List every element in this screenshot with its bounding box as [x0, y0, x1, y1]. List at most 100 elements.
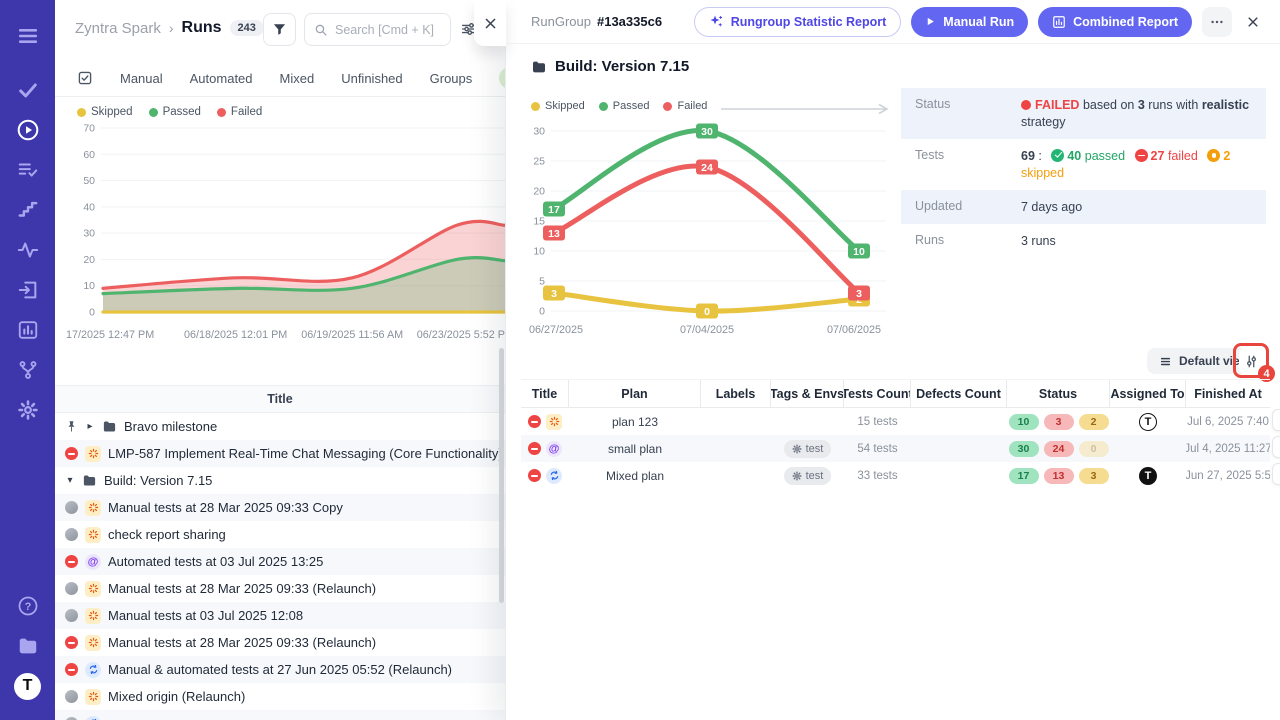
run-list-item[interactable]: [55, 710, 505, 720]
sidebar-item-settings[interactable]: [8, 390, 48, 430]
rungroup-statistic-report-button[interactable]: Rungroup Statistic Report: [694, 7, 902, 37]
row-action-button[interactable]: [1272, 436, 1280, 458]
status-runs-count: 3: [1138, 98, 1145, 112]
list-view-icon: [1159, 355, 1172, 368]
more-options-button[interactable]: [1202, 7, 1232, 37]
finished-status-icon: [65, 690, 78, 703]
sidebar-item-runs[interactable]: [8, 110, 48, 150]
column-header-status[interactable]: Status: [1007, 380, 1110, 407]
run-list-item[interactable]: ▾Build: Version 7.15: [55, 467, 505, 494]
run-list-item[interactable]: Manual tests at 28 Mar 2025 09:33 (Relau…: [55, 629, 505, 656]
column-header-title[interactable]: Title: [521, 380, 569, 407]
run-title: Mixed origin (Relaunch): [108, 689, 245, 704]
tune-sliders-icon: [1244, 354, 1259, 369]
table-header-row: TitlePlanLabelsTags & EnvsTests CountDef…: [521, 379, 1270, 408]
sidebar-item-import[interactable]: [8, 270, 48, 310]
sidebar-item-help[interactable]: ?: [8, 586, 48, 626]
column-header-defects-count[interactable]: Defects Count: [911, 380, 1007, 407]
sidebar-nav: [8, 16, 48, 430]
tab-manual[interactable]: Manual: [120, 71, 163, 86]
row-action-button[interactable]: [1272, 463, 1280, 485]
breadcrumb-project[interactable]: Zyntra Spark: [75, 20, 161, 37]
rungroup-panel: RunGroup #13a335c6 Rungroup Statistic Re…: [505, 0, 1280, 720]
run-list-item[interactable]: Mixed origin (Relaunch): [55, 683, 505, 710]
sparkles-icon: [709, 14, 724, 29]
sidebar-item-tests[interactable]: [8, 70, 48, 110]
column-header-finished-at[interactable]: Finished At: [1186, 380, 1270, 407]
caret-down-icon[interactable]: ▾: [65, 475, 75, 486]
run-list-item[interactable]: Manual tests at 28 Mar 2025 09:33 (Relau…: [55, 575, 505, 602]
combined-report-button[interactable]: Combined Report: [1038, 7, 1192, 37]
svg-text:15: 15: [533, 216, 545, 228]
sidebar-item-menu[interactable]: [8, 16, 48, 56]
table-cell: plan 123: [569, 408, 701, 435]
legend-dot-icon: [77, 108, 86, 117]
legend-item-passed[interactable]: Passed: [149, 106, 201, 118]
legend-item-skipped[interactable]: Skipped: [77, 106, 133, 118]
automated-run-icon: @: [546, 441, 562, 457]
run-list-item[interactable]: ▸Bravo milestone: [55, 413, 505, 440]
trend-chart-legend: Skipped Passed Failed: [531, 100, 707, 112]
runs-list: ▸Bravo milestoneLMP-587 Implement Real-T…: [55, 413, 505, 720]
sidebar-item-milestones[interactable]: [8, 190, 48, 230]
column-header-labels[interactable]: Labels: [701, 380, 771, 407]
caret-right-icon[interactable]: ▸: [85, 421, 95, 432]
rungroup-header: RunGroup #13a335c6 Rungroup Statistic Re…: [506, 0, 1280, 44]
manual-run-icon: [546, 414, 562, 430]
sidebar-item-plans[interactable]: [8, 150, 48, 190]
table-row[interactable]: Mixed plantest33 tests17133TJun 27, 2025…: [521, 462, 1270, 489]
svg-text:17/2025 12:47 PM: 17/2025 12:47 PM: [66, 329, 154, 341]
run-list-item[interactable]: check report sharing: [55, 521, 505, 548]
sidebar-item-branches[interactable]: [8, 350, 48, 390]
run-list-item[interactable]: @Automated tests at 03 Jul 2025 13:25: [55, 548, 505, 575]
filter-button[interactable]: [263, 13, 296, 46]
table-cell: 1032: [1007, 408, 1110, 435]
status-text3: strategy: [1021, 115, 1065, 129]
run-list-item[interactable]: Manual tests at 28 Mar 2025 09:33 Copy: [55, 494, 505, 521]
breadcrumb-page: Runs: [182, 19, 222, 37]
legend-item-failed[interactable]: Failed: [663, 100, 707, 112]
legend-item-skipped[interactable]: Skipped: [531, 100, 585, 112]
panel-close-button[interactable]: [1242, 11, 1264, 33]
table-cell: 15 tests: [844, 408, 911, 435]
sidebar-item-account[interactable]: T: [8, 666, 48, 706]
panel-close-tab[interactable]: [474, 0, 506, 46]
column-header-tags-envs[interactable]: Tags & Envs: [771, 380, 844, 407]
pin-icon: [65, 420, 78, 433]
table-row[interactable]: @small plantest54 tests30240Jul 4, 2025 …: [521, 435, 1270, 462]
column-header-tests-count[interactable]: Tests Count: [844, 380, 911, 407]
button-label: Combined Report: [1073, 15, 1178, 29]
failed-status-icon: [528, 442, 541, 455]
tab-unfinished[interactable]: Unfinished: [341, 71, 402, 86]
row-action-button[interactable]: [1272, 409, 1280, 431]
table-row[interactable]: plan 12315 tests1032TJul 6, 2025 7:40: [521, 408, 1270, 435]
run-list-item[interactable]: Manual & automated tests at 27 Jun 2025 …: [55, 656, 505, 683]
legend-item-passed[interactable]: Passed: [599, 100, 650, 112]
table-cell: [701, 435, 771, 462]
tab-mixed[interactable]: Mixed: [280, 71, 315, 86]
info-label: Status: [915, 88, 1021, 139]
git-branch-icon: [17, 359, 39, 381]
run-list-item[interactable]: LMP-587 Implement Real-Time Chat Messagi…: [55, 440, 505, 467]
select-runs-icon[interactable]: [77, 70, 93, 86]
gear-icon: [792, 444, 802, 454]
check-icon: [17, 79, 39, 101]
sidebar-item-analytics[interactable]: [8, 310, 48, 350]
legend-item-failed[interactable]: Failed: [217, 106, 262, 118]
sidebar-item-activity[interactable]: [8, 230, 48, 270]
column-header-assigned-to[interactable]: Assigned To: [1110, 380, 1186, 407]
tests-value: 69 : 40 passed 27 failed 2 skipped: [1021, 139, 1266, 190]
search-icon: [314, 23, 328, 37]
search-box[interactable]: [304, 13, 451, 46]
tab-groups[interactable]: Groups: [430, 71, 473, 86]
tab-automated[interactable]: Automated: [190, 71, 253, 86]
sidebar-item-projects[interactable]: [8, 626, 48, 666]
scrollbar[interactable]: [499, 348, 504, 603]
run-list-item[interactable]: Manual tests at 03 Jul 2025 12:08: [55, 602, 505, 629]
legend-dot-icon: [149, 108, 158, 117]
search-input[interactable]: [335, 23, 441, 37]
table-cell: [771, 408, 844, 435]
manual-run-button[interactable]: Manual Run: [911, 7, 1028, 37]
column-header-plan[interactable]: Plan: [569, 380, 701, 407]
close-icon: [483, 16, 498, 31]
